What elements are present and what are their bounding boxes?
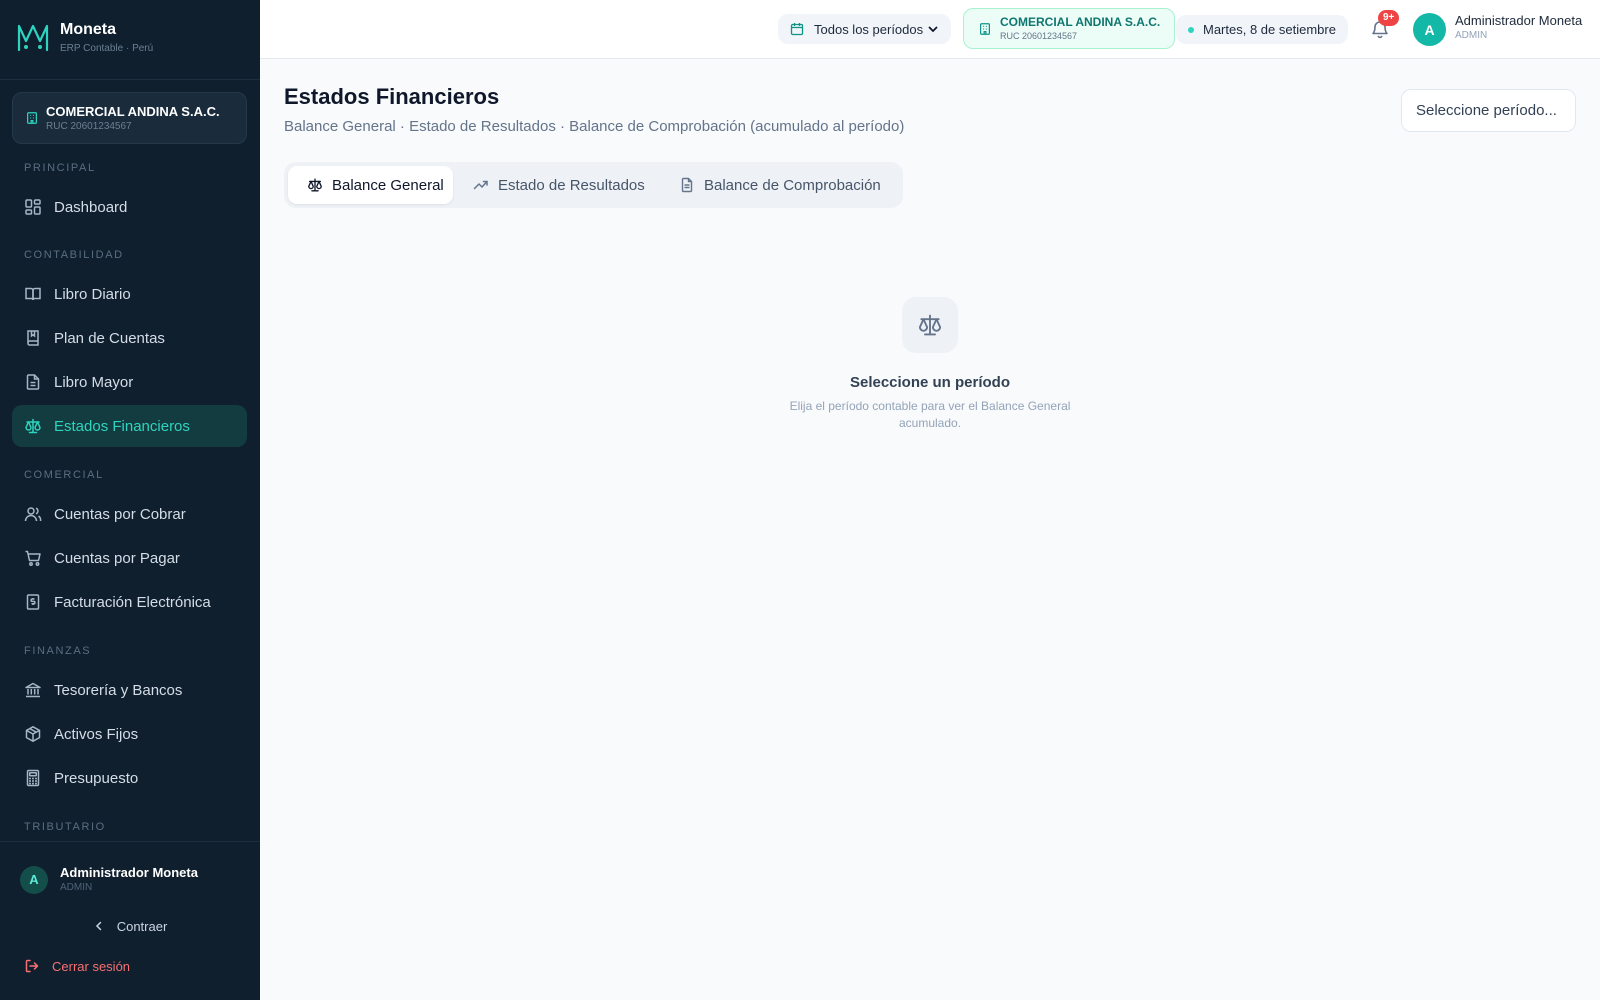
sidebar-item-label: Libro Diario: [54, 285, 131, 303]
empty-state-description: Elija el período contable para ver el Ba…: [789, 399, 1071, 430]
calendar-icon: [790, 23, 804, 36]
sidebar-item-cuentas-pagar[interactable]: Cuentas por Pagar: [12, 537, 247, 579]
section-label-contabilidad: CONTABILIDAD: [24, 249, 124, 261]
section-label-finanzas: FINANZAS: [24, 645, 92, 657]
users-icon: [24, 507, 42, 522]
bank-icon: [25, 682, 41, 698]
tab-balance-general[interactable]: Balance General: [288, 166, 453, 204]
collapse-label: Contraer: [116, 918, 168, 934]
topbar: Todos los períodos COMERCIAL ANDINA S.A.…: [260, 0, 1600, 59]
empty-state-title: Seleccione un período: [849, 374, 1011, 391]
brand[interactable]: Moneta ERP Contable · Perú: [16, 20, 153, 56]
period-filter-label: Todos los períodos: [814, 21, 924, 37]
page-subtitle: Balance General · Estado de Resultados ·…: [284, 118, 905, 135]
scale-icon: [308, 178, 322, 192]
package-icon: [25, 726, 41, 742]
tab-label: Estado de Resultados: [498, 176, 645, 194]
sidebar-item-label: Facturación Electrónica: [54, 593, 211, 611]
logout-icon: [25, 959, 39, 973]
brand-name: Moneta: [60, 21, 116, 38]
brand-subtitle: ERP Contable · Perú: [60, 43, 154, 54]
sidebar-item-label: Tesorería y Bancos: [54, 681, 183, 699]
sidebar-item-label: Plan de Cuentas: [54, 329, 165, 347]
shopping-cart-icon: [25, 550, 41, 566]
notification-badge: 9+: [1378, 10, 1400, 26]
sidebar-company-name: COMERCIAL ANDINA S.A.C.: [46, 103, 220, 119]
chevron-down-icon: [928, 26, 938, 33]
document-icon: [681, 177, 693, 193]
sidebar-user[interactable]: A Administrador Moneta ADMIN: [20, 864, 198, 895]
sidebar-item-dashboard[interactable]: Dashboard: [12, 186, 247, 228]
section-label-comercial: COMERCIAL: [24, 469, 104, 481]
moneta-logo-icon: [17, 24, 49, 52]
avatar[interactable]: A: [1413, 13, 1446, 46]
chevron-left-icon: [95, 921, 101, 931]
sidebar-item-label: Estados Financieros: [54, 417, 190, 435]
book-bookmark-icon: [27, 330, 39, 346]
date-label: Martes, 8 de setiembre: [1203, 22, 1336, 37]
period-filter-dropdown[interactable]: Todos los períodos: [778, 14, 952, 44]
topbar-user-role: ADMIN: [1455, 30, 1488, 41]
section-label-tributario: TRIBUTARIO: [24, 821, 106, 833]
page-title: Estados Financieros: [284, 84, 500, 109]
sidebar-divider: [0, 79, 260, 80]
sidebar-item-label: Activos Fijos: [54, 725, 139, 743]
company-selector[interactable]: COMERCIAL ANDINA S.A.C. RUC 20601234567: [963, 8, 1176, 49]
receipt-icon: [26, 594, 40, 610]
period-select[interactable]: Seleccione período...: [1401, 89, 1576, 132]
status-dot: [1188, 26, 1194, 33]
topbar-user[interactable]: Administrador Moneta ADMIN: [1455, 12, 1582, 43]
sidebar-item-label: Presupuesto: [54, 769, 139, 787]
company-name: COMERCIAL ANDINA S.A.C.: [1000, 15, 1161, 29]
tab-label: Balance de Comprobación: [704, 176, 881, 194]
scale-icon: [918, 314, 942, 336]
sidebar-item-estados-financieros[interactable]: Estados Financieros: [12, 405, 247, 447]
topbar-user-name: Administrador Moneta: [1455, 13, 1583, 28]
logout-label: Cerrar sesión: [52, 958, 131, 974]
calculator-icon: [26, 769, 40, 787]
statement-tabs: Balance General Estado de Resultados Bal…: [284, 162, 903, 208]
tab-estado-resultados[interactable]: Estado de Resultados: [473, 166, 658, 204]
sidebar-user-role: ADMIN: [60, 882, 93, 893]
logout-button[interactable]: Cerrar sesión: [24, 958, 130, 974]
file-text-icon: [26, 374, 40, 390]
book-open-icon: [25, 287, 41, 301]
sidebar-user-name: Administrador Moneta: [60, 865, 198, 880]
empty-state-icon-box: [902, 297, 958, 353]
sidebar: Moneta ERP Contable · Perú COMERCIAL AND…: [0, 0, 260, 1000]
sidebar-item-presupuesto[interactable]: Presupuesto: [12, 757, 247, 799]
tab-label: Balance General: [332, 176, 444, 194]
building-icon: [980, 22, 990, 35]
sidebar-item-tesoreria[interactable]: Tesorería y Bancos: [12, 669, 247, 711]
date-display: Martes, 8 de setiembre: [1176, 15, 1348, 44]
section-label-principal: PRINCIPAL: [24, 162, 96, 174]
sidebar-item-label: Dashboard: [54, 198, 128, 216]
dashboard-icon: [25, 199, 41, 215]
sidebar-company-card[interactable]: COMERCIAL ANDINA S.A.C. RUC 20601234567: [12, 92, 247, 144]
sidebar-company-ruc: RUC 20601234567: [46, 120, 132, 132]
trending-up-icon: [473, 180, 488, 190]
company-ruc: RUC 20601234567: [1000, 31, 1078, 41]
scale-icon: [25, 418, 41, 434]
sidebar-item-label: Cuentas por Cobrar: [54, 505, 186, 523]
tab-balance-comprobacion[interactable]: Balance de Comprobación: [679, 166, 899, 204]
sidebar-item-facturacion[interactable]: Facturación Electrónica: [12, 581, 247, 623]
sidebar-item-activos-fijos[interactable]: Activos Fijos: [12, 713, 247, 755]
avatar: A: [20, 865, 48, 894]
sidebar-item-libro-mayor[interactable]: Libro Mayor: [12, 361, 247, 403]
sidebar-item-libro-diario[interactable]: Libro Diario: [12, 273, 247, 315]
collapse-sidebar-button[interactable]: Contraer: [0, 916, 260, 936]
building-icon: [27, 112, 37, 124]
sidebar-item-label: Cuentas por Pagar: [54, 549, 180, 567]
sidebar-divider: [0, 841, 260, 842]
sidebar-item-plan-cuentas[interactable]: Plan de Cuentas: [12, 317, 247, 359]
sidebar-item-label: Libro Mayor: [54, 373, 134, 391]
sidebar-item-cuentas-cobrar[interactable]: Cuentas por Cobrar: [12, 493, 247, 535]
